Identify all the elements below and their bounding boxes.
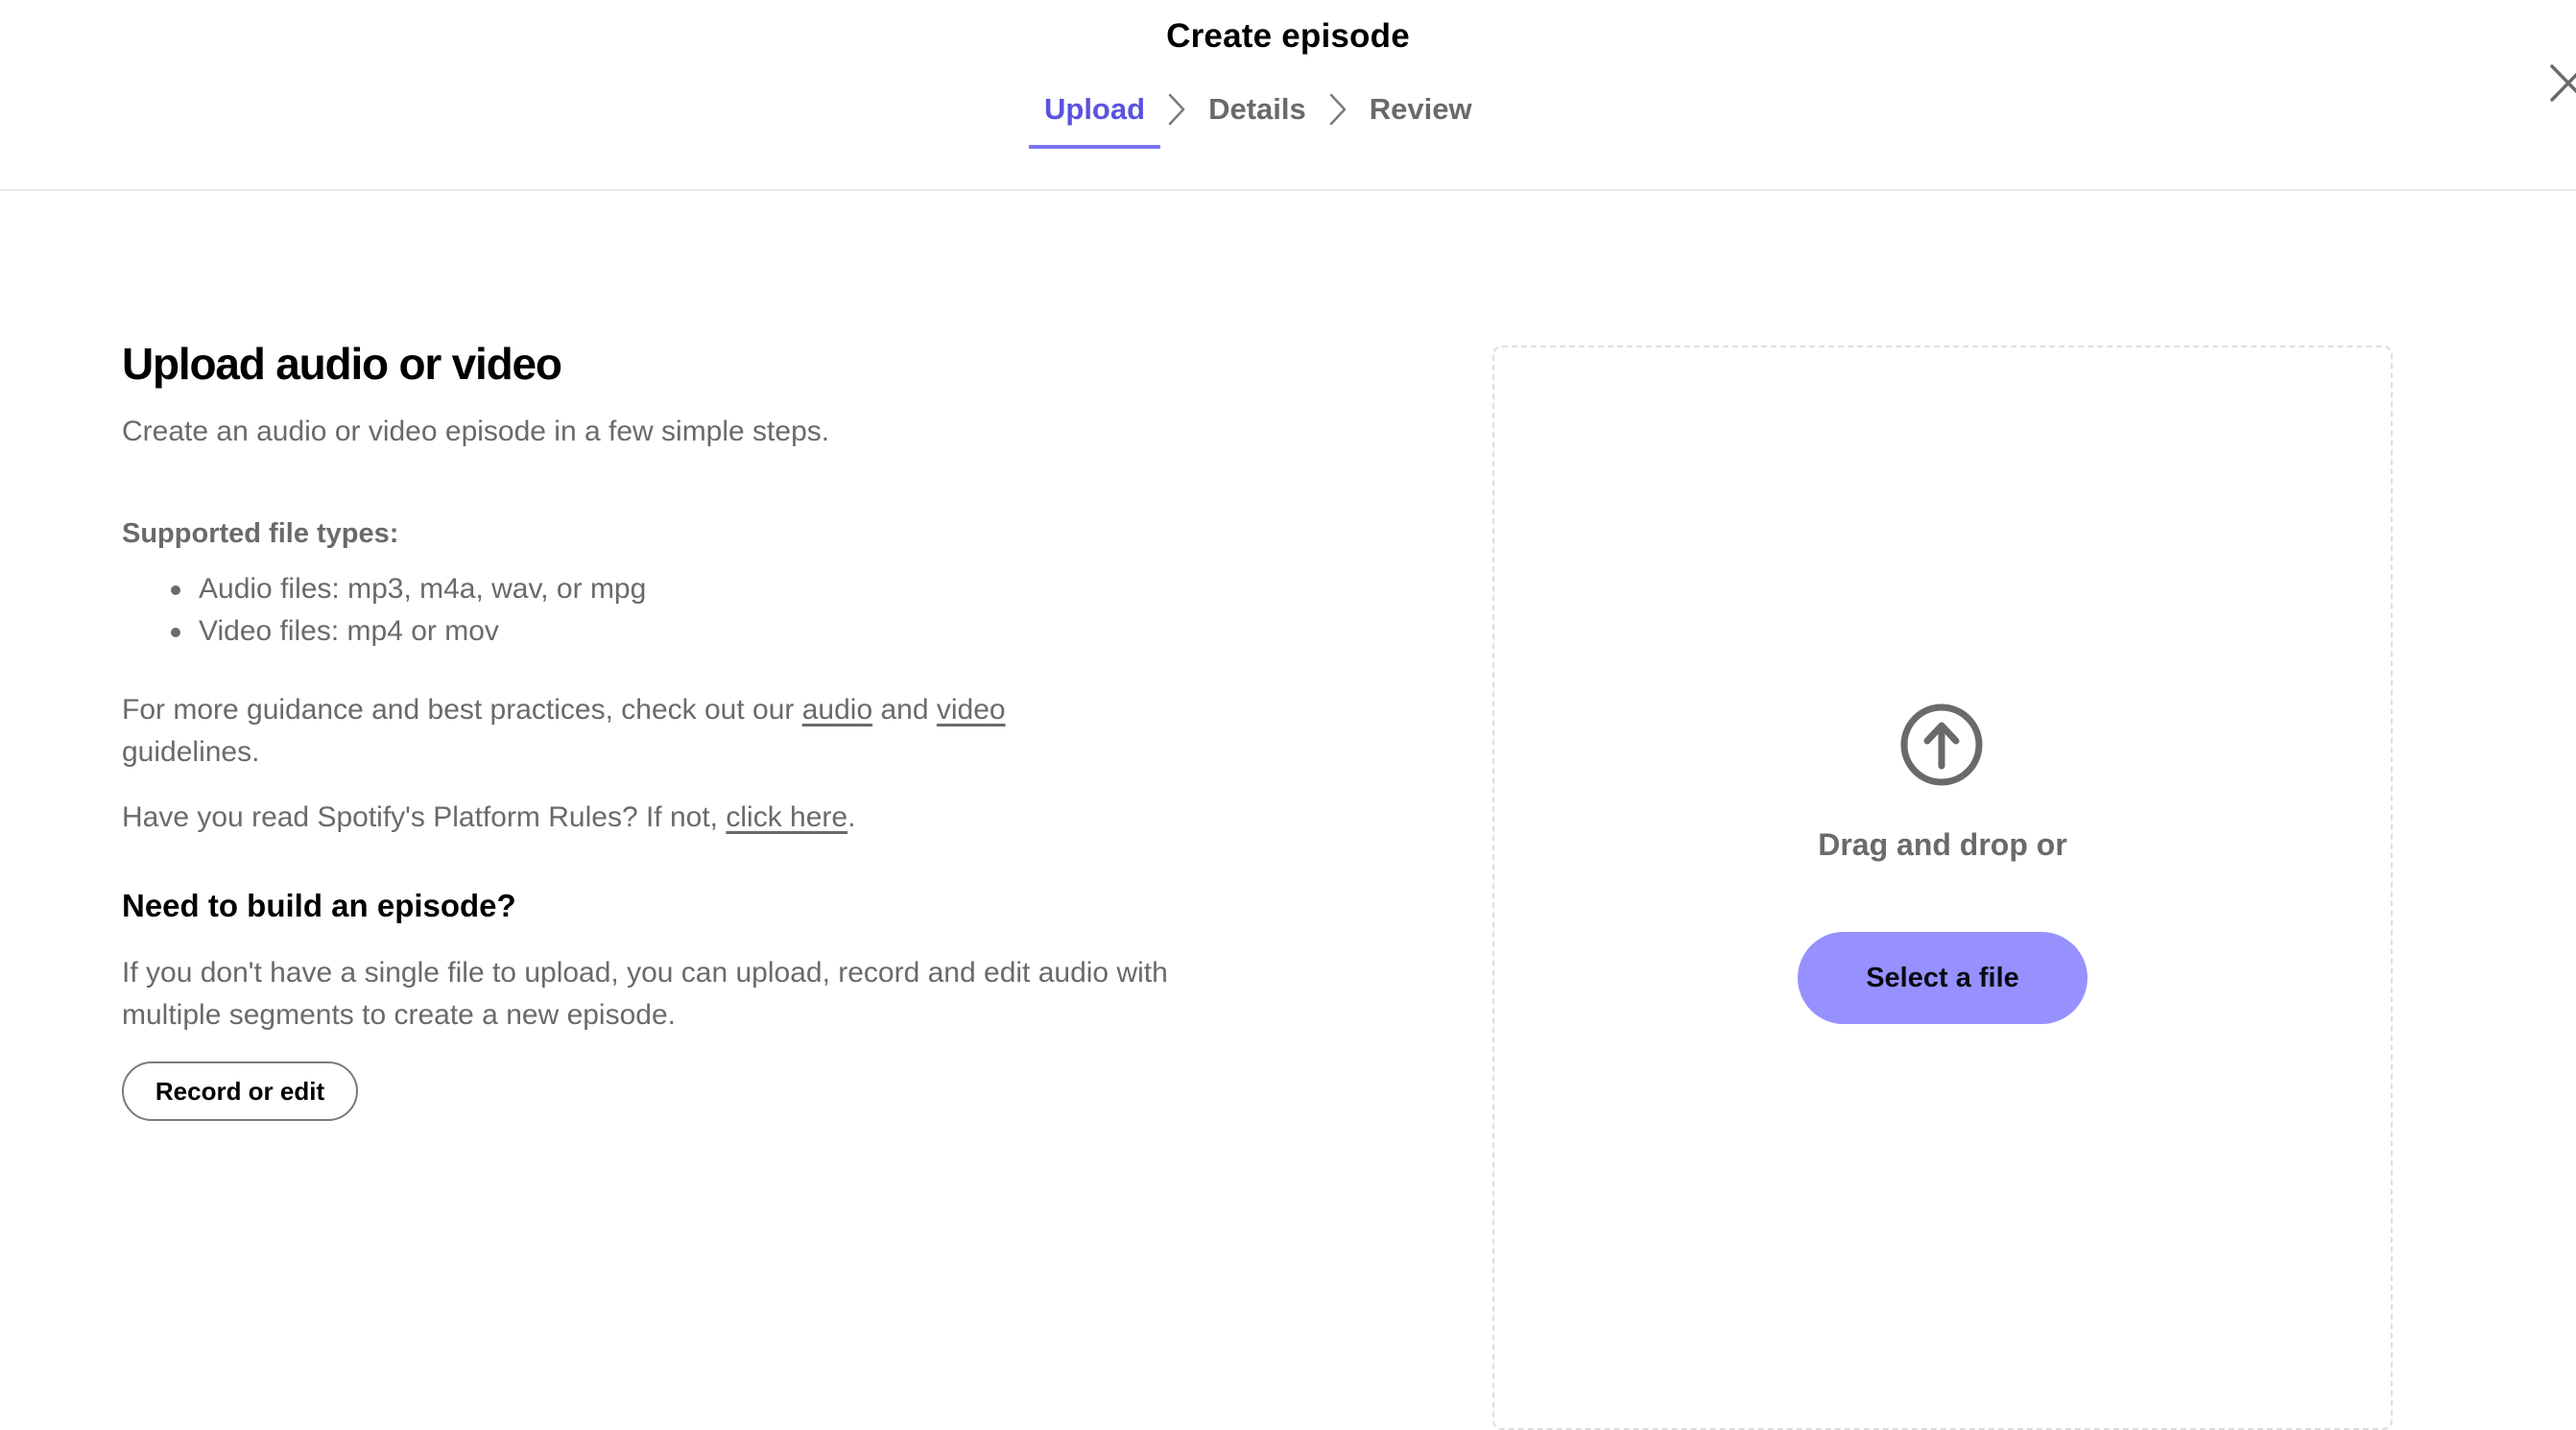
file-dropzone[interactable]	[1492, 346, 2393, 1430]
list-item: Audio files: mp3, m4a, wav, or mpg	[122, 568, 1206, 610]
upload-heading: Upload audio or video	[122, 339, 562, 389]
file-type-list: Audio files: mp3, m4a, wav, or mpg Video…	[122, 568, 1206, 653]
supported-file-types-label: Supported file types:	[122, 518, 399, 549]
close-icon	[2548, 64, 2576, 107]
guidance-prefix: For more guidance and best practices, ch…	[122, 694, 802, 726]
build-episode-text: If you don't have a single file to uploa…	[122, 957, 1168, 1031]
record-or-edit-button[interactable]: Record or edit	[122, 1061, 358, 1121]
drag-and-drop-text: Drag and drop or	[1818, 827, 2067, 862]
rules-prefix: Have you read Spotify's Platform Rules? …	[122, 801, 727, 833]
stepper: Upload Details Review	[1029, 86, 1488, 154]
file-type-audio: Audio files: mp3, m4a, wav, or mpg	[199, 573, 647, 605]
guidance-suffix: guidelines.	[122, 736, 260, 768]
bullet-icon	[171, 628, 180, 637]
upload-arrow-icon	[1899, 703, 1984, 787]
audio-guidelines-link[interactable]: audio	[802, 694, 872, 726]
chevron-right-icon	[1160, 86, 1193, 132]
chevron-right-icon	[1322, 86, 1354, 132]
step-details[interactable]: Details	[1193, 86, 1322, 152]
file-type-video: Video files: mp4 or mov	[199, 615, 499, 647]
guidance-text: For more guidance and best practices, ch…	[122, 689, 1139, 774]
step-review[interactable]: Review	[1354, 86, 1488, 152]
bullet-icon	[171, 585, 180, 595]
platform-rules-text: Have you read Spotify's Platform Rules? …	[122, 797, 1206, 839]
video-guidelines-link[interactable]: video	[937, 694, 1006, 726]
select-file-button[interactable]: Select a file	[1798, 932, 2087, 1024]
page-title: Create episode	[1166, 17, 1410, 55]
upload-subtitle: Create an audio or video episode in a fe…	[122, 416, 830, 447]
close-button[interactable]	[2548, 63, 2576, 104]
header: Create episode Upload Details Review	[0, 0, 2576, 191]
build-episode-heading: Need to build an episode?	[122, 888, 516, 923]
platform-rules-link[interactable]: click here	[726, 801, 847, 833]
rules-suffix: .	[847, 801, 856, 833]
upload-info-panel: Upload audio or video Create an audio or…	[122, 336, 1206, 1121]
step-upload[interactable]: Upload	[1029, 86, 1161, 152]
list-item: Video files: mp4 or mov	[122, 610, 1206, 653]
guidance-middle: and	[872, 694, 937, 726]
